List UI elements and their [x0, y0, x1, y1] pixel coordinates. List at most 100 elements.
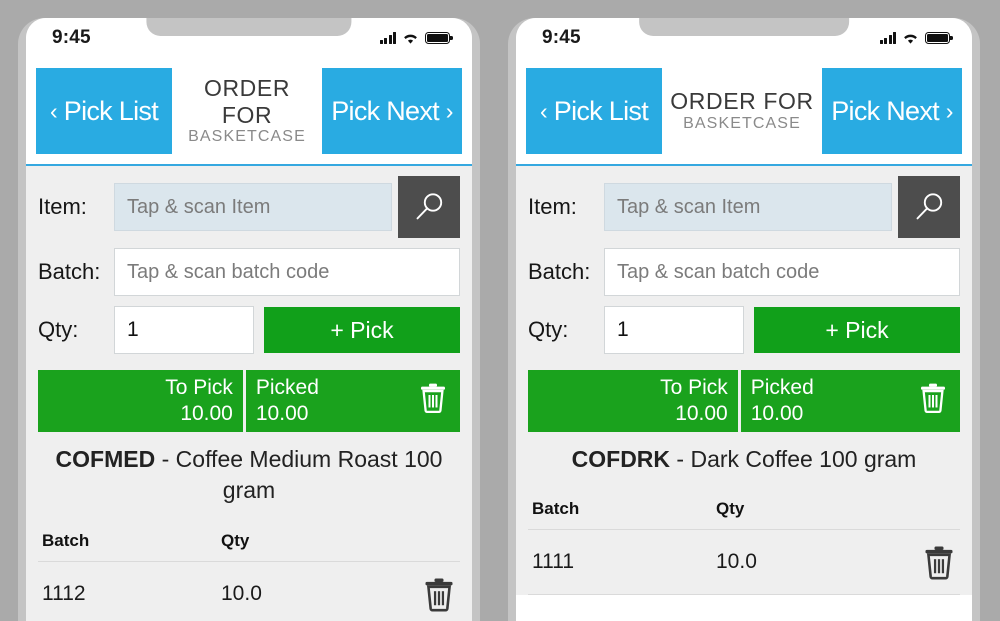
app-header: ‹ Pick List ORDER FOR BASKETCASE Pick Ne…	[516, 58, 972, 166]
table-header: Batch Qty	[38, 523, 460, 562]
cellular-signal-icon	[879, 32, 896, 44]
picked-total: Picked 10.00	[245, 370, 460, 432]
screenshot-stage: 9:45 ‹ Pick List ORDER FOR BASKETCASE Pi…	[0, 0, 1000, 621]
notch	[146, 18, 352, 36]
add-pick-button[interactable]: + Pick	[754, 307, 960, 353]
totals-bar: To Pick 10.00 Picked 10.00	[26, 370, 472, 432]
to-pick-label: To Pick	[660, 375, 728, 399]
status-bar-clock: 9:45	[52, 27, 91, 48]
delete-row-button[interactable]	[400, 576, 456, 612]
trash-icon	[925, 546, 953, 580]
magnifier-icon	[916, 193, 943, 220]
page-title: ORDER FOR	[670, 88, 814, 115]
wifi-icon	[404, 34, 417, 44]
phone-mockup-left: 9:45 ‹ Pick List ORDER FOR BASKETCASE Pi…	[18, 18, 480, 621]
app-header: ‹ Pick List ORDER FOR BASKETCASE Pick Ne…	[26, 58, 472, 166]
qty-input[interactable]: 1	[604, 306, 744, 354]
batch-label: Batch:	[528, 259, 591, 284]
batch-label: Batch:	[38, 259, 101, 284]
item-row: Item: Tap & scan Item	[528, 176, 960, 238]
pick-next-button[interactable]: Pick Next ›	[822, 68, 962, 154]
item-description: COFMED - Coffee Medium Roast 100 gram	[26, 432, 472, 523]
page-subtitle: BASKETCASE	[188, 128, 306, 146]
to-pick-label: To Pick	[165, 375, 233, 399]
clear-picked-button[interactable]	[418, 381, 448, 420]
item-separator: -	[670, 446, 691, 472]
cell-qty: 10.0	[716, 550, 757, 574]
chevron-left-icon: ‹	[49, 97, 58, 124]
pick-next-button[interactable]: Pick Next ›	[322, 68, 462, 154]
pick-list-label: Pick List	[63, 95, 159, 126]
cell-batch: 1112	[42, 581, 86, 605]
status-bar-clock: 9:45	[542, 27, 581, 48]
status-bar-icons	[379, 32, 453, 45]
to-pick-total: To Pick 10.00	[528, 370, 738, 432]
header-title-block: ORDER FOR BASKETCASE	[662, 88, 822, 133]
item-input[interactable]: Tap & scan Item	[604, 183, 892, 231]
batch-table: Batch Qty 1111 10.0	[516, 491, 972, 596]
chevron-left-icon: ‹	[539, 97, 548, 124]
to-pick-value: 10.00	[675, 402, 728, 425]
header-title-block: ORDER FOR BASKETCASE	[172, 75, 322, 147]
page-title: ORDER FOR	[203, 75, 291, 128]
cell-qty: 10.0	[221, 581, 262, 605]
qty-row: Qty: 1 + Pick	[528, 306, 960, 354]
batch-row: Batch: Tap & scan batch code	[38, 248, 460, 296]
to-pick-value: 10.00	[180, 402, 233, 425]
trash-icon	[421, 383, 445, 414]
chevron-right-icon: ›	[945, 97, 954, 124]
scan-form: Item: Tap & scan Item Batch: Tap & scan …	[26, 166, 472, 370]
table-header: Batch Qty	[528, 491, 960, 531]
cell-batch: 1111	[532, 550, 575, 574]
item-code: COFDRK	[571, 446, 671, 472]
cellular-signal-icon	[379, 32, 396, 44]
batch-row: Batch: Tap & scan batch code	[528, 248, 960, 296]
pick-list-button[interactable]: ‹ Pick List	[36, 68, 172, 154]
app-screen-right: 9:45 ‹ Pick List ORDER FOR BASKETCASE Pi…	[516, 18, 972, 621]
qty-input[interactable]: 1	[114, 306, 254, 354]
item-separator: -	[155, 446, 176, 472]
pick-list-label: Pick List	[553, 95, 649, 126]
app-screen-left: 9:45 ‹ Pick List ORDER FOR BASKETCASE Pi…	[26, 18, 472, 621]
add-pick-button[interactable]: + Pick	[264, 307, 460, 353]
to-pick-total: To Pick 10.00	[38, 370, 243, 432]
delete-row-button[interactable]	[900, 544, 956, 580]
item-search-button[interactable]	[898, 176, 960, 238]
notch	[639, 18, 849, 36]
item-name: Dark Coffee 100 gram	[690, 446, 917, 472]
pick-next-label: Pick Next	[831, 95, 939, 126]
item-name: Coffee Medium Roast 100 gram	[175, 446, 443, 504]
wifi-icon	[904, 34, 917, 44]
batch-input[interactable]: Tap & scan batch code	[604, 248, 960, 296]
batch-input[interactable]: Tap & scan batch code	[114, 248, 460, 296]
item-search-button[interactable]	[398, 176, 460, 238]
phone-mockup-right: 9:45 ‹ Pick List ORDER FOR BASKETCASE Pi…	[508, 18, 980, 621]
qty-row: Qty: 1 + Pick	[38, 306, 460, 354]
status-bar-icons	[879, 32, 953, 45]
magnifier-icon	[416, 193, 443, 220]
status-bar: 9:45	[26, 18, 472, 58]
qty-label: Qty:	[38, 317, 79, 342]
pick-list-button[interactable]: ‹ Pick List	[526, 68, 662, 154]
item-code: COFMED	[55, 446, 156, 472]
column-header-qty: Qty	[221, 530, 250, 550]
batch-table: Batch Qty 1112 10.0	[26, 522, 472, 621]
table-row: 1112 10.0	[38, 562, 460, 621]
item-input[interactable]: Tap & scan Item	[114, 183, 392, 231]
qty-label: Qty:	[528, 317, 569, 342]
scan-form: Item: Tap & scan Item Batch: Tap & scan …	[516, 166, 972, 370]
trash-icon	[921, 383, 945, 414]
column-header-batch: Batch	[42, 530, 90, 550]
pick-next-label: Pick Next	[331, 95, 439, 126]
totals-bar: To Pick 10.00 Picked 10.00	[516, 370, 972, 432]
battery-icon	[425, 32, 453, 44]
item-description: COFDRK - Dark Coffee 100 gram	[516, 432, 972, 492]
status-bar: 9:45	[516, 18, 972, 58]
column-header-actions	[900, 499, 956, 519]
battery-icon	[925, 32, 953, 44]
chevron-right-icon: ›	[445, 97, 454, 124]
column-header-actions	[400, 531, 456, 551]
clear-picked-button[interactable]	[918, 381, 948, 420]
column-header-batch: Batch	[532, 499, 580, 519]
trash-icon	[425, 578, 453, 612]
